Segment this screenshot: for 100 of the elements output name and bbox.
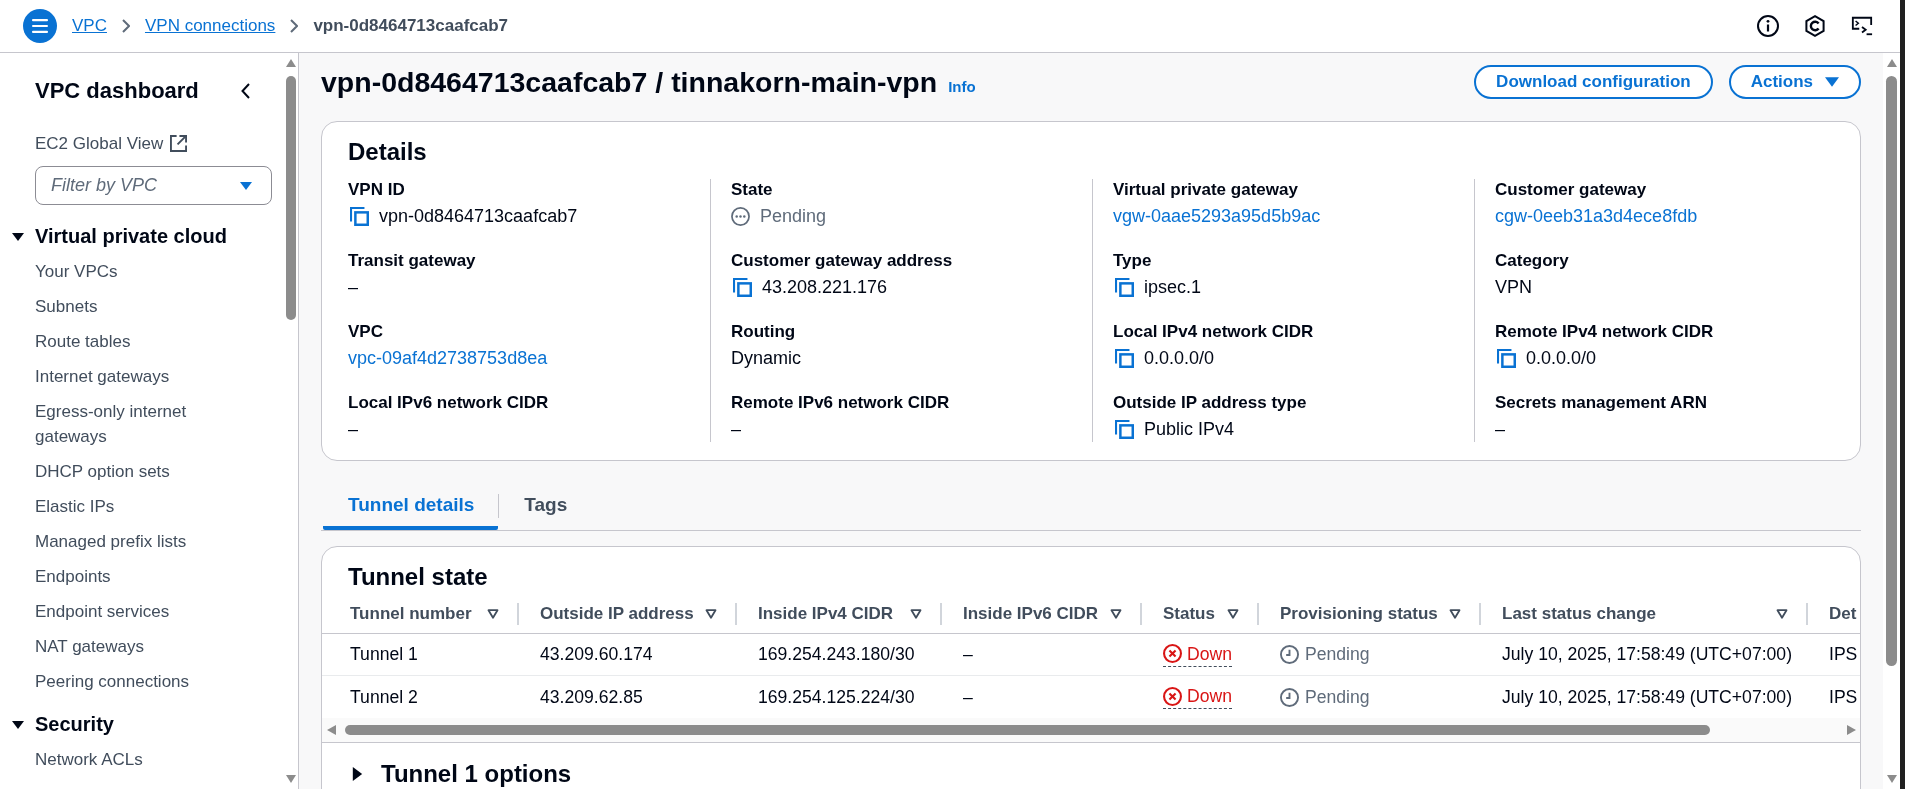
table-cell-text: July 10, 2025, 17:58:49 (UTC+07:00): [1501, 685, 1793, 709]
column-header[interactable]: Outside IP address: [519, 595, 737, 633]
column-header[interactable]: Last status change: [1481, 595, 1808, 633]
chevron-left-icon[interactable]: [241, 83, 250, 99]
field-value: ipsec.1: [1144, 276, 1202, 299]
status-text: Pending: [1305, 644, 1370, 665]
nav-link[interactable]: Elastic IPs: [35, 489, 253, 524]
field-value: VPN: [1495, 276, 1532, 299]
nav-link[interactable]: EC2 Global View: [35, 131, 164, 156]
field-label: VPN ID: [348, 179, 406, 201]
column-header[interactable]: Tunnel number: [322, 595, 519, 633]
copy-icon[interactable]: [1497, 348, 1516, 368]
copy-icon[interactable]: [1115, 419, 1134, 439]
field-label: VPC: [348, 321, 384, 343]
tab[interactable]: Tags: [499, 482, 592, 530]
table-cell-text: July 10, 2025, 17:58:49 (UTC+07:00): [1501, 643, 1793, 666]
field-value: –: [731, 418, 741, 441]
field-value: Public IPv4: [1144, 418, 1235, 441]
column-header[interactable]: Status: [1142, 595, 1259, 633]
column-header[interactable]: Provisioning status: [1259, 595, 1481, 633]
filter-select[interactable]: Filter by VPC: [35, 166, 272, 205]
copy-icon[interactable]: [350, 206, 369, 226]
copy-icon[interactable]: [1115, 348, 1134, 368]
nav-link[interactable]: Your VPCs: [35, 254, 253, 289]
arrow-up-icon[interactable]: [1886, 59, 1897, 67]
nav-link[interactable]: Subnets: [35, 289, 253, 324]
sort-caret-icon[interactable]: [910, 609, 922, 619]
sort-caret-icon[interactable]: [1449, 609, 1461, 619]
field-value: Dynamic: [731, 347, 801, 370]
nav-link[interactable]: Managed prefix lists: [35, 524, 253, 559]
nav-link[interactable]: DHCP option sets: [35, 454, 253, 489]
field-value: –: [348, 276, 358, 299]
sort-caret-icon[interactable]: [1227, 609, 1239, 619]
chevron-right-icon: [290, 19, 299, 33]
arrow-down-icon[interactable]: [1886, 775, 1897, 783]
field-value: –: [348, 418, 358, 441]
caret-down-icon[interactable]: [12, 720, 24, 729]
section-heading: Virtual private cloud: [35, 224, 227, 249]
arrow-down-icon[interactable]: [285, 775, 296, 783]
caret-right-icon[interactable]: [352, 767, 363, 781]
page-title: vpn-0d8464713caafcab7 / tinnakorn-main-vpn: [321, 65, 938, 100]
nav-link[interactable]: Route tables: [35, 324, 253, 359]
terminal-icon[interactable]: [1851, 15, 1873, 37]
nav-link[interactable]: Peering connections: [35, 664, 253, 699]
external-link-icon[interactable]: [170, 135, 188, 152]
nav-link[interactable]: Egress-only internet gateways: [35, 394, 253, 454]
download-button[interactable]: Download configuration: [1474, 65, 1713, 99]
field-value: 43.208.221.176: [762, 276, 888, 299]
field-label: Type: [1113, 250, 1153, 272]
nav-link[interactable]: NAT gateways: [35, 629, 253, 664]
section-heading: Tunnel 1 options: [381, 760, 572, 788]
scrollbar-thumb[interactable]: [345, 725, 1710, 735]
tab[interactable]: Tunnel details: [323, 482, 499, 530]
breadcrumb-link[interactable]: VPC: [72, 14, 107, 38]
nav-link[interactable]: Endpoints: [35, 559, 253, 594]
table-cell-text: IPS: [1828, 685, 1859, 709]
field-label: Virtual private gateway: [1113, 179, 1299, 201]
arrow-right-icon[interactable]: [1847, 725, 1856, 735]
resource-link[interactable]: vpc-09af4d2738753d8ea: [348, 345, 548, 371]
nav-link[interactable]: Endpoint services: [35, 594, 253, 629]
table-cell-text: 43.209.60.174: [539, 643, 654, 666]
field-label: Secrets management ARN: [1495, 392, 1708, 414]
clock-icon: [1280, 687, 1299, 707]
breadcrumb-current: vpn-0d8464713caafcab7: [313, 15, 509, 37]
status-popover-button[interactable]: Down: [1163, 685, 1232, 709]
column-header[interactable]: Det: [1808, 595, 1860, 633]
column-header[interactable]: Inside IPv4 CIDR: [737, 595, 942, 633]
info-link[interactable]: Info: [948, 78, 976, 95]
field-label: Customer gateway: [1495, 179, 1648, 201]
status-popover-button[interactable]: Down: [1163, 642, 1232, 667]
breadcrumb-link[interactable]: VPN connections: [144, 14, 276, 38]
resource-link[interactable]: vgw-0aae5293a95d5b9ac: [1113, 203, 1321, 229]
table-cell-text: –: [962, 643, 974, 666]
copy-icon[interactable]: [733, 277, 752, 297]
actions-dropdown-button[interactable]: Actions: [1728, 65, 1861, 99]
field-label: Outside IP address type: [1113, 392, 1308, 414]
field-label: Remote IPv6 network CIDR: [731, 392, 951, 414]
sort-caret-icon[interactable]: [705, 609, 717, 619]
caret-down-icon[interactable]: [12, 232, 24, 241]
x-circle-icon: [1163, 686, 1182, 706]
nav-link[interactable]: Internet gateways: [35, 359, 253, 394]
info-icon[interactable]: [1757, 15, 1779, 37]
menu-button[interactable]: [23, 9, 57, 43]
arrow-up-icon[interactable]: [285, 59, 296, 67]
field-label: State: [731, 179, 774, 201]
column-header[interactable]: Inside IPv6 CIDR: [942, 595, 1142, 633]
table-cell-text: IPS: [1828, 643, 1859, 666]
scrollbar-thumb[interactable]: [285, 76, 296, 320]
sort-caret-icon[interactable]: [487, 609, 499, 619]
field-value: 0.0.0.0/0: [1144, 347, 1215, 370]
field-label: Remote IPv4 network CIDR: [1495, 321, 1715, 343]
field-label: Transit gateway: [348, 250, 477, 272]
resource-link[interactable]: cgw-0eeb31a3d4ece8fdb: [1495, 203, 1698, 229]
arrow-left-icon[interactable]: [327, 725, 336, 735]
scrollbar-thumb[interactable]: [1886, 76, 1897, 666]
copy-icon[interactable]: [1115, 277, 1134, 297]
hexagon-icon[interactable]: [1804, 15, 1826, 37]
sort-caret-icon[interactable]: [1776, 609, 1788, 619]
sort-caret-icon[interactable]: [1110, 609, 1122, 619]
nav-link[interactable]: Network ACLs: [35, 742, 253, 777]
